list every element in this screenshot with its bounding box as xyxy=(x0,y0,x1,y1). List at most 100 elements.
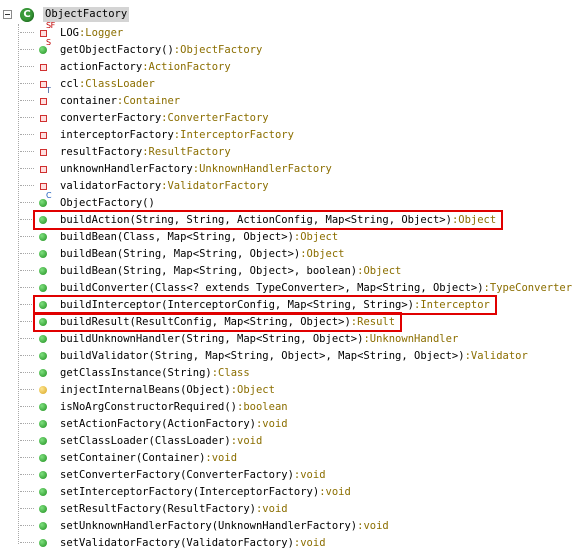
member-type: Object xyxy=(237,383,275,396)
public-method-icon xyxy=(36,247,52,261)
private-field-icon xyxy=(36,162,52,176)
member-signature: buildResult(ResultConfig, Map<String, Ob… xyxy=(60,315,351,328)
member-type: boolean xyxy=(243,400,288,413)
member-type: ConverterFactory xyxy=(167,111,269,124)
public-method-icon xyxy=(36,230,52,244)
root-class-label[interactable]: ObjectFactory xyxy=(43,7,130,22)
member-type: Interceptor xyxy=(420,298,490,311)
collapse-toggle-icon[interactable] xyxy=(3,10,12,19)
member-signature: LOG xyxy=(60,26,79,39)
member-type: void xyxy=(325,485,351,498)
public-method-icon xyxy=(36,400,52,414)
member-type: void xyxy=(300,468,326,481)
tree-connector xyxy=(20,219,34,220)
tree-member-row[interactable]: buildBean(String, Map<String, Object>, b… xyxy=(20,262,401,279)
member-signature: setInterceptorFactory(InterceptorFactory… xyxy=(60,485,320,498)
tree-member-row[interactable]: setValidatorFactory(ValidatorFactory) : … xyxy=(20,534,326,551)
member-signature: ccl xyxy=(60,77,79,90)
tree-member-row[interactable]: buildAction(String, String, ActionConfig… xyxy=(20,211,496,228)
tree-member-row[interactable]: actionFactory : ActionFactory xyxy=(20,58,231,75)
member-signature: actionFactory xyxy=(60,60,143,73)
tree-member-row[interactable]: Tccl : ClassLoader xyxy=(20,75,155,94)
tree-member-row[interactable]: unknownHandlerFactory : UnknownHandlerFa… xyxy=(20,160,332,177)
tree-connector xyxy=(20,474,34,475)
member-signature: buildUnknownHandler(String, Map<String, … xyxy=(60,332,364,345)
private-field-icon xyxy=(36,60,52,74)
tree-member-row[interactable]: resultFactory : ResultFactory xyxy=(20,143,231,160)
tree-member-row[interactable]: buildValidator(String, Map<String, Objec… xyxy=(20,347,528,364)
tree-member-row[interactable]: buildBean(String, Map<String, Object>) :… xyxy=(20,245,344,262)
member-signature: buildBean(String, Map<String, Object>, b… xyxy=(60,264,358,277)
tree-member-row[interactable]: buildBean(Class, Map<String, Object>) : … xyxy=(20,228,338,245)
public-method-icon xyxy=(36,264,52,278)
tree-member-row[interactable]: validatorFactory : ValidatorFactory xyxy=(20,177,269,194)
tree-member-row[interactable]: setUnknownHandlerFactory(UnknownHandlerF… xyxy=(20,517,389,534)
tree-member-row[interactable]: buildResult(ResultConfig, Map<String, Ob… xyxy=(20,313,395,330)
tree-member-row[interactable]: container : Container xyxy=(20,92,180,109)
member-signature: unknownHandlerFactory xyxy=(60,162,193,175)
tree-connector xyxy=(20,389,34,390)
member-signature: buildInterceptor(InterceptorConfig, Map<… xyxy=(60,298,415,311)
tree-member-row[interactable]: setInterceptorFactory(InterceptorFactory… xyxy=(20,483,351,500)
public-method-icon xyxy=(36,298,52,312)
member-type: Container xyxy=(123,94,181,107)
public-method-icon xyxy=(36,349,52,363)
tree-guide-line xyxy=(18,24,19,544)
tree-member-row[interactable]: converterFactory : ConverterFactory xyxy=(20,109,269,126)
tree-member-row[interactable]: interceptorFactory : InterceptorFactory xyxy=(20,126,294,143)
member-signature: container xyxy=(60,94,117,107)
tree-member-row[interactable]: buildUnknownHandler(String, Map<String, … xyxy=(20,330,458,347)
tree-member-row[interactable]: injectInternalBeans(Object) : Object xyxy=(20,381,275,398)
member-signature: buildValidator(String, Map<String, Objec… xyxy=(60,349,465,362)
tree-root-node[interactable]: C ObjectFactory xyxy=(0,6,130,23)
tree-member-row[interactable]: setClassLoader(ClassLoader) : void xyxy=(20,432,262,449)
tree-connector xyxy=(20,542,34,543)
tree-connector xyxy=(20,457,34,458)
public-method-icon xyxy=(36,451,52,465)
tree-member-row[interactable]: setActionFactory(ActionFactory) : void xyxy=(20,415,288,432)
modifier-badge: SF xyxy=(46,20,55,30)
member-type: UnknownHandlerFactory xyxy=(199,162,332,175)
member-signature: setUnknownHandlerFactory(UnknownHandlerF… xyxy=(60,519,358,532)
member-type: void xyxy=(262,502,288,515)
member-signature: setClassLoader(ClassLoader) xyxy=(60,434,231,447)
member-signature: interceptorFactory xyxy=(60,128,174,141)
tree-member-row[interactable]: SF LOG : Logger xyxy=(20,20,123,41)
member-signature: converterFactory xyxy=(60,111,162,124)
public-method-icon xyxy=(36,485,52,499)
tree-connector xyxy=(20,32,34,33)
tree-connector xyxy=(20,525,34,526)
member-signature: setResultFactory(ResultFactory) xyxy=(60,502,256,515)
public-method-icon xyxy=(36,502,52,516)
member-type: TypeConverter xyxy=(489,281,573,294)
member-signature: setContainer(Container) xyxy=(60,451,206,464)
tree-member-row[interactable]: buildInterceptor(InterceptorConfig, Map<… xyxy=(20,296,490,313)
member-type: ActionFactory xyxy=(148,60,231,73)
member-signature: setActionFactory(ActionFactory) xyxy=(60,417,256,430)
tree-member-row[interactable]: buildConverter(Class<? extends TypeConve… xyxy=(20,279,572,296)
tree-connector xyxy=(20,355,34,356)
tree-connector xyxy=(20,287,34,288)
tree-member-row[interactable]: SgetObjectFactory() : ObjectFactory xyxy=(20,38,262,58)
tree-member-row[interactable]: setConverterFactory(ConverterFactory) : … xyxy=(20,466,326,483)
tree-member-row[interactable]: setContainer(Container) : void xyxy=(20,449,237,466)
member-type: ResultFactory xyxy=(148,145,231,158)
tree-connector xyxy=(20,440,34,441)
protected-method-icon xyxy=(36,383,52,397)
member-signature: buildAction(String, String, ActionConfig… xyxy=(60,213,452,226)
private-field-icon xyxy=(36,111,52,125)
member-signature: setValidatorFactory(ValidatorFactory) xyxy=(60,536,294,549)
member-signature: buildConverter(Class<? extends TypeConve… xyxy=(60,281,484,294)
member-type: Object xyxy=(306,247,345,260)
member-signature: getObjectFactory() xyxy=(60,43,174,56)
tree-member-row[interactable]: getClassInstance(String) : Class xyxy=(20,364,250,381)
public-method-icon xyxy=(36,434,52,448)
tree-connector xyxy=(20,202,34,203)
tree-member-row[interactable]: setResultFactory(ResultFactory) : void xyxy=(20,500,288,517)
tree-member-row[interactable]: isNoArgConstructorRequired() : boolean xyxy=(20,398,288,415)
tree-connector xyxy=(20,270,34,271)
member-type: Validator xyxy=(470,349,528,362)
tree-member-row[interactable]: C ObjectFactory() xyxy=(20,191,155,211)
member-signature: buildBean(String, Map<String, Object>) xyxy=(60,247,301,260)
tree-connector xyxy=(20,338,34,339)
